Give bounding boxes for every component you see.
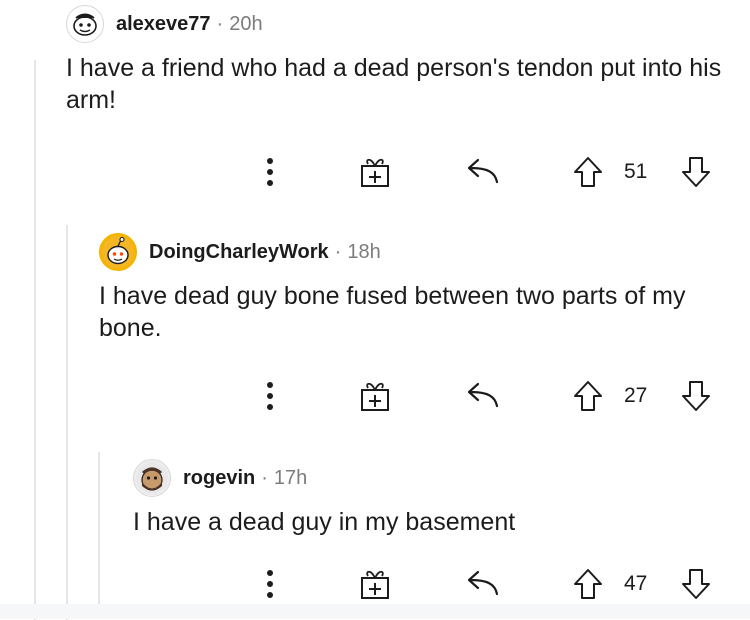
- upvote-arrow-icon: [574, 569, 602, 599]
- reply-arrow-icon: [467, 158, 499, 184]
- downvote-button[interactable]: [678, 562, 714, 606]
- snoo-avatar-icon: [136, 462, 168, 494]
- vote-count: 51: [624, 160, 648, 183]
- more-options-icon: [267, 158, 273, 186]
- bottom-divider: [0, 604, 750, 619]
- comment-age: 17h: [273, 466, 308, 489]
- username[interactable]: DoingCharleyWork: [149, 241, 329, 264]
- username[interactable]: rogevin: [183, 467, 255, 490]
- meta-separator: ·: [334, 240, 342, 263]
- vote-count: 27: [624, 384, 648, 407]
- snoo-avatar-icon: [69, 8, 101, 40]
- upvote-arrow-icon: [574, 157, 602, 187]
- reply-button[interactable]: [462, 562, 502, 606]
- more-options-icon: [267, 570, 273, 598]
- thread-line: [66, 225, 68, 620]
- award-button[interactable]: [355, 374, 395, 418]
- comment: DoingCharleyWork · 18h I have dead guy b…: [99, 230, 739, 344]
- downvote-arrow-icon: [682, 569, 710, 599]
- upvote-button[interactable]: [570, 562, 606, 606]
- vote-count: 47: [624, 572, 648, 595]
- upvote-arrow-icon: [574, 381, 602, 411]
- downvote-arrow-icon: [682, 157, 710, 187]
- more-options-button[interactable]: [255, 374, 285, 418]
- downvote-button[interactable]: [678, 374, 714, 418]
- comment-body: I have a friend who had a dead person's …: [66, 54, 722, 114]
- more-options-button[interactable]: [255, 562, 285, 606]
- comment: alexeve77 · 20h I have a friend who had …: [66, 2, 736, 116]
- snoo-avatar-icon: [102, 236, 134, 268]
- reply-arrow-icon: [467, 570, 499, 596]
- award-gift-icon: [361, 158, 389, 187]
- comment-header: rogevin · 17h: [133, 456, 733, 500]
- avatar[interactable]: [133, 459, 171, 497]
- comment-body: I have dead guy bone fused between two p…: [99, 282, 686, 342]
- thread-line: [34, 60, 36, 620]
- comment-actions: 51: [0, 150, 750, 194]
- upvote-button[interactable]: [570, 150, 606, 194]
- reply-button[interactable]: [462, 150, 502, 194]
- reply-button[interactable]: [462, 374, 502, 418]
- comment-age: 20h: [229, 12, 263, 35]
- avatar[interactable]: [66, 5, 104, 43]
- more-options-icon: [267, 382, 273, 410]
- meta-separator: ·: [261, 466, 268, 489]
- comment-header: alexeve77 · 20h: [66, 2, 736, 46]
- downvote-button[interactable]: [678, 150, 714, 194]
- more-options-button[interactable]: [255, 150, 285, 194]
- comment-header: DoingCharleyWork · 18h: [99, 230, 739, 274]
- avatar[interactable]: [99, 233, 137, 271]
- meta-separator: ·: [216, 12, 224, 35]
- comment: rogevin · 17h I have a dead guy in my ba…: [133, 456, 733, 538]
- award-gift-icon: [361, 382, 389, 411]
- comment-body: I have a dead guy in my basement: [133, 508, 516, 536]
- award-button[interactable]: [355, 562, 395, 606]
- comment-actions: 47: [0, 562, 750, 606]
- username[interactable]: alexeve77: [116, 13, 211, 36]
- award-gift-icon: [361, 570, 389, 599]
- upvote-button[interactable]: [570, 374, 606, 418]
- award-button[interactable]: [355, 150, 395, 194]
- reply-arrow-icon: [467, 382, 499, 408]
- downvote-arrow-icon: [682, 381, 710, 411]
- comment-age: 18h: [347, 240, 381, 263]
- comment-actions: 27: [0, 374, 750, 418]
